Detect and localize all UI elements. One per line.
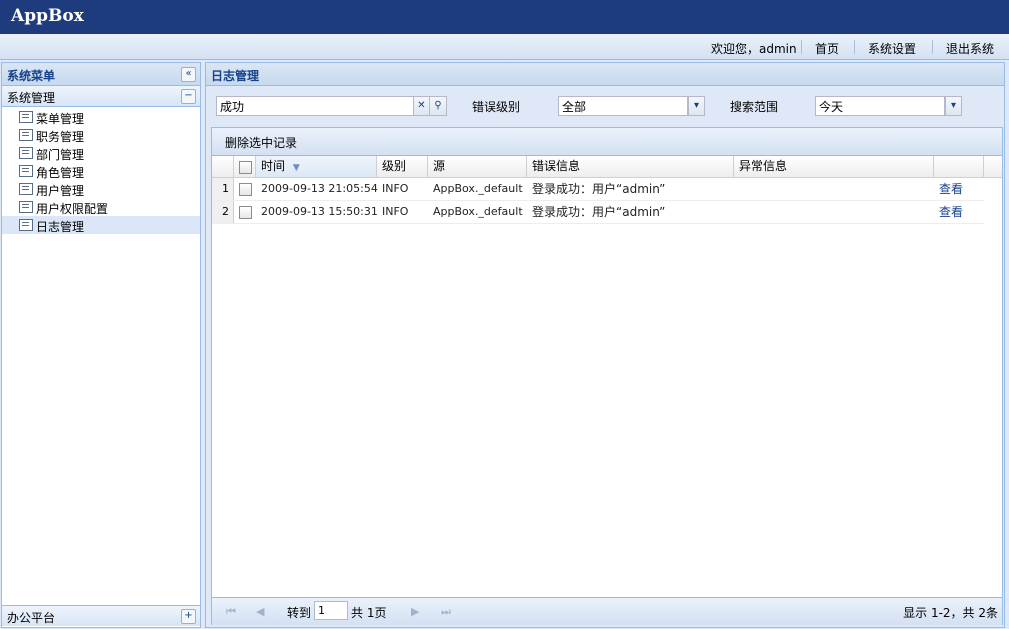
row-checkbox[interactable] bbox=[239, 206, 252, 219]
next-page-icon[interactable]: ▶ bbox=[411, 605, 419, 618]
sidebar-panel: 系统菜单 « 系统管理 − 菜单管理 职务管理 部门管理 角色管理 用户管理 用… bbox=[1, 62, 201, 628]
minus-icon[interactable]: − bbox=[181, 89, 196, 104]
accordion-title: 系统管理 bbox=[7, 91, 56, 105]
column-header-label: 时间 bbox=[261, 159, 286, 173]
select-all-checkbox[interactable] bbox=[239, 161, 252, 174]
list-icon bbox=[19, 183, 33, 195]
prev-page-icon[interactable]: ◀ bbox=[256, 605, 264, 618]
app-title: AppBox bbox=[11, 6, 84, 26]
table-row[interactable]: 2 2009-09-13 15:50:31 INFO AppBox._defau… bbox=[212, 201, 984, 224]
sidebar-item-user-permission[interactable]: 用户权限配置 bbox=[2, 198, 200, 216]
main-panel-header: 日志管理 bbox=[206, 63, 1004, 86]
cell-time: 2009-09-13 21:05:54 bbox=[261, 182, 378, 195]
view-link[interactable]: 查看 bbox=[934, 178, 963, 200]
goto-label: 转到 bbox=[287, 606, 312, 620]
sidebar-item-label: 角色管理 bbox=[36, 166, 85, 180]
chevron-down-icon[interactable]: ▾ bbox=[688, 96, 705, 116]
row-number: 2 bbox=[212, 201, 234, 223]
sidebar-item-label: 日志管理 bbox=[36, 220, 85, 234]
row-number-header bbox=[212, 156, 234, 177]
view-link[interactable]: 查看 bbox=[934, 201, 963, 223]
level-select[interactable]: 全部 bbox=[558, 96, 688, 116]
total-pages-text: 共 1页 bbox=[351, 606, 387, 620]
paging-toolbar: ⏮ ◀ 转到 1 共 1页 ▶ ⏭ 显示 1-2，共 2条 bbox=[212, 597, 1002, 625]
range-label: 搜索范围 bbox=[730, 100, 779, 114]
search-input[interactable]: 成功 bbox=[216, 96, 414, 116]
cell-message: 登录成功：用户“admin” bbox=[532, 182, 666, 196]
double-chevron-left-icon[interactable]: « bbox=[181, 67, 196, 82]
accordion-title: 办公平台 bbox=[7, 611, 56, 625]
separator bbox=[932, 40, 933, 54]
level-label: 错误级别 bbox=[472, 100, 521, 114]
logout-link[interactable]: 退出系统 bbox=[946, 40, 994, 57]
cell-time: 2009-09-13 15:50:31 bbox=[261, 205, 378, 218]
select-all-header bbox=[234, 156, 256, 177]
range-select[interactable]: 今天 bbox=[815, 96, 945, 116]
sidebar-title: 系统菜单 bbox=[7, 69, 56, 83]
list-icon bbox=[19, 147, 33, 159]
last-page-icon[interactable]: ⏭ bbox=[441, 605, 451, 619]
cell-source: AppBox._default bbox=[433, 205, 523, 218]
column-header-source[interactable]: 源 bbox=[428, 156, 527, 177]
accordion-header-system[interactable]: 系统管理 − bbox=[2, 86, 200, 107]
grid-header: 时间 ▼ 级别 源 错误信息 异常信息 bbox=[212, 156, 1002, 178]
page-number-input[interactable]: 1 bbox=[314, 601, 348, 620]
page-title: 日志管理 bbox=[211, 69, 260, 83]
app-banner bbox=[0, 0, 1009, 34]
clear-x-icon[interactable]: ✕ bbox=[413, 96, 430, 116]
sidebar-header: 系统菜单 « bbox=[2, 63, 200, 86]
top-toolbar: 欢迎您，admin 首页 系统设置 退出系统 bbox=[0, 34, 1009, 60]
table-row[interactable]: 1 2009-09-13 21:05:54 INFO AppBox._defau… bbox=[212, 178, 984, 201]
row-number: 1 bbox=[212, 178, 234, 200]
cell-source: AppBox._default bbox=[433, 182, 523, 195]
separator bbox=[801, 40, 802, 54]
sidebar-item-department[interactable]: 部门管理 bbox=[2, 144, 200, 162]
log-grid-panel: 删除选中记录 时间 ▼ 级别 源 错误信息 异常信息 1 2009-09-13 … bbox=[211, 127, 1003, 625]
cell-level: INFO bbox=[382, 182, 409, 195]
first-page-icon[interactable]: ⏮ bbox=[226, 605, 236, 619]
cell-message: 登录成功：用户“admin” bbox=[532, 205, 666, 219]
column-header-time[interactable]: 时间 ▼ bbox=[256, 156, 377, 177]
paging-summary: 显示 1-2，共 2条 bbox=[903, 606, 998, 620]
sidebar-item-label: 职务管理 bbox=[36, 130, 85, 144]
separator bbox=[854, 40, 855, 54]
sidebar-item-position[interactable]: 职务管理 bbox=[2, 126, 200, 144]
column-header-level[interactable]: 级别 bbox=[377, 156, 428, 177]
sidebar-item-role[interactable]: 角色管理 bbox=[2, 162, 200, 180]
list-icon bbox=[19, 201, 33, 213]
plus-icon[interactable]: + bbox=[181, 609, 196, 624]
sidebar-item-user[interactable]: 用户管理 bbox=[2, 180, 200, 198]
column-header-action bbox=[934, 156, 984, 177]
column-header-message[interactable]: 错误信息 bbox=[527, 156, 734, 177]
row-checkbox[interactable] bbox=[239, 183, 252, 196]
settings-link[interactable]: 系统设置 bbox=[868, 40, 916, 57]
grid-toolbar: 删除选中记录 bbox=[212, 128, 1002, 156]
list-icon bbox=[19, 219, 33, 231]
list-icon bbox=[19, 165, 33, 177]
accordion-header-office[interactable]: 办公平台 + bbox=[2, 605, 200, 626]
welcome-text: 欢迎您，admin bbox=[711, 42, 797, 56]
sidebar-item-label: 菜单管理 bbox=[36, 112, 85, 126]
sort-down-arrow-icon: ▼ bbox=[292, 163, 300, 173]
chevron-down-icon[interactable]: ▾ bbox=[945, 96, 962, 116]
sidebar-item-menu[interactable]: 菜单管理 bbox=[2, 108, 200, 126]
list-icon bbox=[19, 111, 33, 123]
search-icon[interactable]: ⚲ bbox=[430, 96, 447, 116]
cell-level: INFO bbox=[382, 205, 409, 218]
column-header-exception[interactable]: 异常信息 bbox=[734, 156, 934, 177]
sidebar-item-label: 用户管理 bbox=[36, 184, 85, 198]
delete-selected-button[interactable]: 删除选中记录 bbox=[225, 134, 297, 151]
list-icon bbox=[19, 129, 33, 141]
sidebar-item-label: 用户权限配置 bbox=[36, 202, 109, 216]
home-link[interactable]: 首页 bbox=[815, 40, 839, 57]
sidebar-item-log[interactable]: 日志管理 bbox=[2, 216, 200, 234]
sidebar-item-label: 部门管理 bbox=[36, 148, 85, 162]
